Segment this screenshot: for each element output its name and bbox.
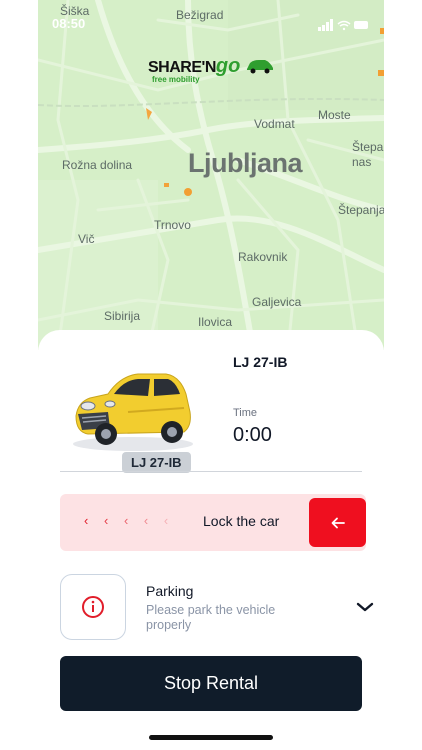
map-view[interactable]: Šiška Bežigrad Vodmat Moste Štepa nas Ro…: [38, 0, 384, 350]
parking-description: Please park the vehicle properly: [146, 603, 276, 632]
time-label: Time: [233, 407, 258, 419]
brand-logo-name: SHARE'N: [148, 59, 216, 76]
status-bar: 08:50: [38, 0, 384, 40]
map-label-moste: Moste: [318, 108, 351, 122]
divider: [60, 471, 362, 472]
parking-title: Parking: [146, 583, 194, 599]
car-image: LJ 27-IB: [68, 354, 198, 473]
map-label-galjevica: Galjevica: [252, 295, 302, 309]
map-label-rakovnik: Rakovnik: [238, 250, 288, 264]
chevron-down-icon: [356, 602, 374, 612]
rental-sheet: LJ 27-IB LJ 27-IB Time 0:00 ‹ ‹ ‹ ‹ ‹ Lo…: [38, 330, 384, 750]
chevron-left-icon: ‹: [163, 513, 175, 528]
map-label-city: Ljubljana: [188, 148, 303, 178]
lock-car-label: Lock the car: [203, 513, 280, 529]
map-label-stepa: Štepa: [352, 140, 384, 154]
chevron-left-icon: ‹: [143, 513, 155, 528]
swipe-chevrons: ‹ ‹ ‹ ‹ ‹: [84, 513, 174, 528]
map-label-trnovo: Trnovo: [154, 218, 191, 232]
car-icon: [73, 373, 193, 451]
info-icon: [82, 596, 104, 618]
chevron-left-icon: ‹: [103, 513, 115, 528]
brand-logo-go: go: [215, 55, 241, 77]
brand-tagline: free mobility: [152, 75, 200, 84]
stop-rental-button[interactable]: Stop Rental: [60, 656, 362, 711]
parking-expand-toggle[interactable]: [356, 600, 374, 618]
map-label-vodmat: Vodmat: [254, 117, 295, 131]
status-icons: [318, 18, 370, 36]
chevron-left-icon: ‹: [123, 513, 135, 528]
brand-car-icon: [246, 60, 273, 74]
lock-slider-handle[interactable]: [309, 498, 366, 547]
vehicle-plate-title: LJ 27-IB: [233, 354, 288, 370]
lock-car-slider[interactable]: ‹ ‹ ‹ ‹ ‹ Lock the car: [60, 494, 366, 551]
app-screen: Šiška Bežigrad Vodmat Moste Štepa nas Ro…: [38, 0, 384, 750]
parking-info-box: [60, 574, 126, 640]
home-indicator[interactable]: [149, 735, 273, 740]
signal-wifi-battery-icon: [318, 19, 368, 31]
map-label-vic: Vič: [78, 232, 95, 246]
plate-badge: LJ 27-IB: [122, 452, 191, 473]
map-label-sibirija: Sibirija: [104, 309, 141, 323]
time-value: 0:00: [233, 424, 272, 446]
map-label-nas: nas: [352, 155, 372, 169]
arrow-left-icon: [331, 517, 345, 528]
map-label-rozna-dolina: Rožna dolina: [62, 158, 133, 172]
chevron-left-icon: ‹: [84, 513, 95, 528]
map-label-ilovica: Ilovica: [198, 315, 233, 329]
brand-logo: SHARE'Ngo free mobility: [148, 55, 275, 84]
status-time: 08:50: [52, 16, 86, 31]
map-label-stepanja: Štepanja: [338, 203, 384, 217]
